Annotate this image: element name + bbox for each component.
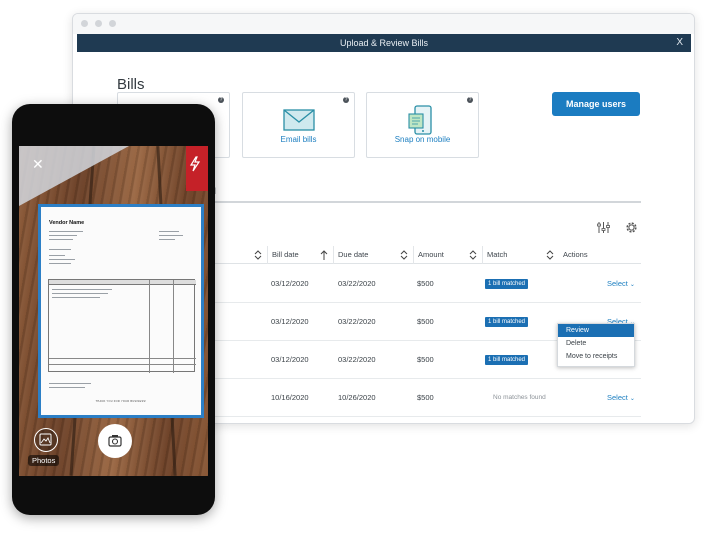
column-header-label: Due date [338, 250, 369, 259]
window-dot [109, 20, 116, 27]
amount-cell: $500 [417, 393, 434, 402]
shutter-button[interactable] [98, 424, 132, 458]
select-label: Select [607, 393, 628, 402]
column-header-due-date[interactable]: Due date [333, 246, 413, 264]
menu-item-review[interactable]: Review [558, 324, 634, 337]
column-header-label: Match [487, 250, 508, 259]
mobile-phone-icon [407, 105, 432, 135]
help-icon[interactable]: ? [218, 97, 224, 103]
column-header-label: Bill date [272, 250, 299, 259]
receipt-text-line [49, 383, 91, 384]
menu-item-move-to-receipts[interactable]: Move to receipts [558, 350, 634, 363]
receipt-text-line [49, 231, 83, 232]
receipt-text-line [49, 263, 71, 264]
column-header-label: Actions [563, 250, 588, 259]
receipt-text-line [52, 297, 100, 298]
camera-controls: Photos [19, 404, 208, 476]
receipt-text-line [49, 259, 75, 260]
email-bills-card[interactable]: ? Email bills [242, 92, 355, 158]
column-header-label: Amount [418, 250, 444, 259]
column-header-actions: Actions [563, 246, 641, 264]
receipt-text-line [49, 387, 85, 388]
manage-users-button[interactable]: Manage users [552, 92, 640, 116]
receipt-table-divider [149, 280, 150, 373]
mobile-phone: ✕ Vendor Name THANK YOU FOR YOUR BUSINES… [12, 104, 215, 515]
window-dot [95, 20, 102, 27]
receipt-text-line [49, 235, 77, 236]
match-badge[interactable]: 1 bill matched [485, 279, 529, 289]
sort-icon [400, 250, 408, 260]
no-match-text: No matches found [493, 394, 546, 401]
sort-ascending-icon [320, 250, 328, 260]
receipt-text-line [49, 239, 73, 240]
tab-divider [211, 201, 641, 203]
table-header: Bill date Due date Amount Match Actions [191, 246, 641, 264]
marketing-composite: Upload & Review Bills X Bills ? ? Email … [0, 0, 720, 533]
amount-cell: $500 [417, 355, 434, 364]
bill-date-cell: 03/12/2020 [271, 355, 309, 364]
due-date-cell: 10/26/2020 [338, 393, 376, 402]
due-date-cell: 03/22/2020 [338, 279, 376, 288]
image-icon [39, 433, 52, 446]
snap-on-mobile-card[interactable]: ? Snap on mobile [366, 92, 479, 158]
table-row[interactable]: 03/12/2020 03/22/2020 $500 1 bill matche… [191, 265, 641, 303]
help-icon[interactable]: ? [343, 97, 349, 103]
receipt-text-line [159, 231, 179, 232]
column-header-match[interactable]: Match [482, 246, 559, 264]
amount-cell: $500 [417, 279, 434, 288]
receipt-text-line [159, 235, 183, 236]
amount-cell: $500 [417, 317, 434, 326]
close-button[interactable]: X [676, 34, 683, 52]
sort-icon [546, 250, 554, 260]
table-row[interactable]: 10/16/2020 10/26/2020 $500 No matches fo… [191, 379, 641, 417]
scanned-receipt: Vendor Name THANK YOU FOR YOUR BUSINESS! [38, 204, 204, 418]
action-menu: Review Delete Move to receipts [557, 323, 635, 367]
photos-label: Photos [28, 455, 60, 466]
camera-icon [108, 435, 122, 447]
page-title: Bills [117, 76, 145, 93]
window-title: Upload & Review Bills [339, 38, 429, 48]
receipt-text-line [159, 239, 175, 240]
receipt-table-rule [49, 364, 196, 365]
snap-on-mobile-label: Snap on mobile [394, 135, 451, 144]
receipt-table [48, 279, 196, 373]
select-action[interactable]: Select⌄ [607, 379, 635, 418]
match-badge[interactable]: 1 bill matched [485, 317, 529, 327]
receipt-text-line [52, 293, 108, 294]
window-dot [81, 20, 88, 27]
title-bar: Upload & Review Bills X [77, 34, 691, 52]
sort-icon [469, 250, 477, 260]
camera-overlay-corner [19, 146, 129, 206]
receipt-footer: THANK YOU FOR YOUR BUSINESS! [95, 400, 147, 403]
due-date-cell: 03/22/2020 [338, 355, 376, 364]
select-label: Select [607, 279, 628, 288]
flash-icon[interactable] [189, 156, 201, 172]
chevron-down-icon: ⌄ [629, 396, 635, 402]
receipt-text-line [49, 255, 65, 256]
match-badge[interactable]: 1 bill matched [485, 355, 529, 365]
column-header-amount[interactable]: Amount [413, 246, 482, 264]
envelope-icon [282, 109, 315, 131]
email-bills-label: Email bills [280, 135, 317, 144]
sort-icon [254, 250, 262, 260]
bill-date-cell: 03/12/2020 [271, 279, 309, 288]
receipt-text-line [52, 289, 112, 290]
receipt-text-line [49, 249, 71, 250]
receipt-table-rule [49, 358, 196, 359]
due-date-cell: 03/22/2020 [338, 317, 376, 326]
menu-item-delete[interactable]: Delete [558, 337, 634, 350]
window-chrome [73, 14, 694, 34]
receipt-table-divider [173, 280, 174, 373]
column-settings-icon[interactable] [597, 221, 610, 234]
column-header-bill-date[interactable]: Bill date [267, 246, 333, 264]
bill-date-cell: 10/16/2020 [271, 393, 309, 402]
bill-date-cell: 03/12/2020 [271, 317, 309, 326]
select-action[interactable]: Select⌄ [607, 265, 635, 304]
chevron-down-icon: ⌄ [629, 282, 635, 288]
receipt-vendor: Vendor Name [49, 220, 85, 226]
photos-button[interactable] [34, 428, 58, 452]
help-icon[interactable]: ? [467, 97, 473, 103]
close-icon[interactable]: ✕ [32, 156, 44, 173]
gear-icon[interactable] [625, 221, 638, 234]
